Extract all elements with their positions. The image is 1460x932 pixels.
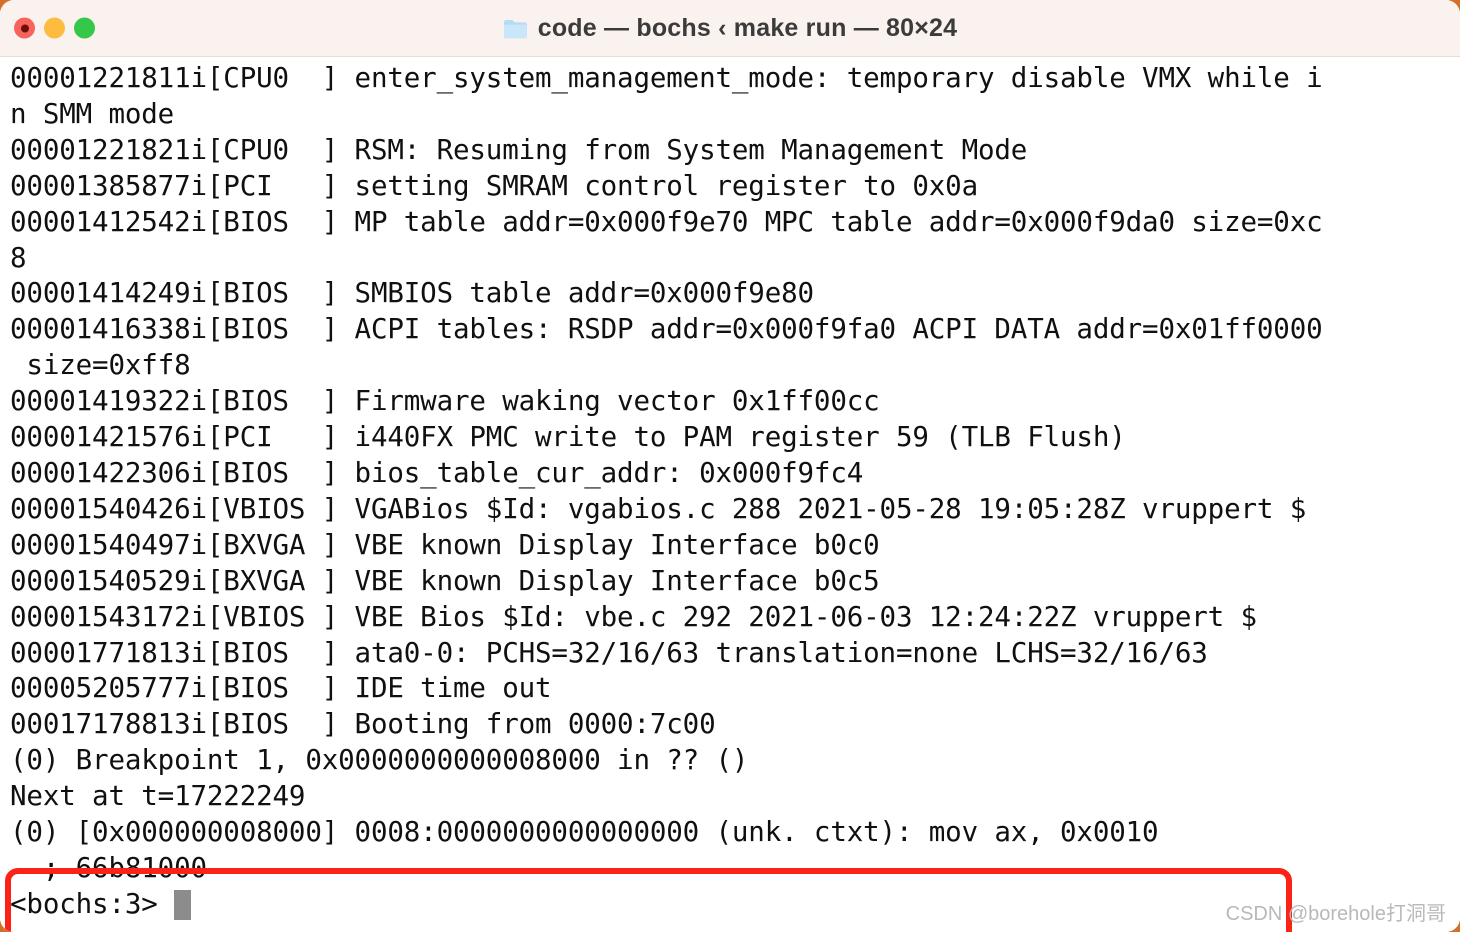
close-button[interactable] (14, 17, 35, 39)
terminal-line: (0) [0x000000008000] 0008:00000000000000… (10, 816, 1159, 849)
window-titlebar: code — bochs ‹ make run — 80×24 (0, 0, 1460, 57)
terminal-line: 00001221811i[CPU0 ] enter_system_managem… (10, 62, 1323, 94)
window-title: code — bochs ‹ make run — 80×24 (537, 13, 958, 42)
terminal-line: 00001385877i[PCI ] setting SMRAM control… (10, 169, 978, 202)
terminal-line: 00001421576i[PCI ] i440FX PMC write to P… (10, 421, 1126, 454)
terminal-line: 8 (10, 241, 27, 274)
terminal-line: 00001221821i[CPU0 ] RSM: Resuming from S… (10, 133, 1028, 166)
terminal-line: 00005205777i[BIOS ] IDE time out (10, 672, 552, 705)
text-cursor (173, 889, 191, 920)
terminal-line: 00001543172i[VBIOS ] VBE Bios $Id: vbe.c… (10, 600, 1257, 633)
terminal-line: 00001540529i[BXVGA ] VBE known Display I… (10, 564, 880, 597)
terminal-line: 00001540497i[BXVGA ] VBE known Display I… (10, 528, 880, 561)
terminal-line: ; 66b81000 (10, 851, 207, 884)
terminal-line: (0) Breakpoint 1, 0x0000000000008000 in … (10, 744, 749, 777)
terminal-lines: 00001221811i[CPU0 ] enter_system_managem… (0, 61, 1460, 887)
terminal-line: 00001416338i[BIOS ] ACPI tables: RSDP ad… (10, 313, 1323, 346)
terminal-line: n SMM mode (10, 97, 175, 130)
terminal-window: code — bochs ‹ make run — 80×24 00001221… (0, 0, 1460, 932)
close-dot-icon (20, 24, 29, 32)
terminal-line: 00001412542i[BIOS ] MP table addr=0x000f… (10, 205, 1323, 238)
maximize-button[interactable] (74, 17, 95, 39)
window-title-group: code — bochs ‹ make run — 80×24 (0, 14, 1460, 43)
terminal-line: size=0xff8 (10, 349, 191, 382)
traffic-light-buttons (14, 17, 95, 39)
terminal-line: 00001422306i[BIOS ] bios_table_cur_addr:… (10, 456, 864, 489)
terminal-line: 00001771813i[BIOS ] ata0-0: PCHS=32/16/6… (10, 636, 1208, 669)
prompt-label: <bochs:3> (10, 887, 158, 920)
terminal-line: 00001419322i[BIOS ] Firmware waking vect… (10, 385, 880, 418)
terminal-output-area[interactable]: 00001221811i[CPU0 ] enter_system_managem… (0, 57, 1460, 932)
terminal-line: 00001540426i[VBIOS ] VGABios $Id: vgabio… (10, 492, 1307, 525)
minimize-button[interactable] (44, 17, 65, 39)
watermark-label: CSDN @borehole打洞哥 (1225, 903, 1446, 925)
folder-icon (503, 19, 527, 38)
terminal-line: Next at t=17222249 (10, 780, 306, 813)
terminal-line: 00017178813i[BIOS ] Booting from 0000:7c… (10, 708, 716, 741)
terminal-line: 00001414249i[BIOS ] SMBIOS table addr=0x… (10, 277, 814, 310)
